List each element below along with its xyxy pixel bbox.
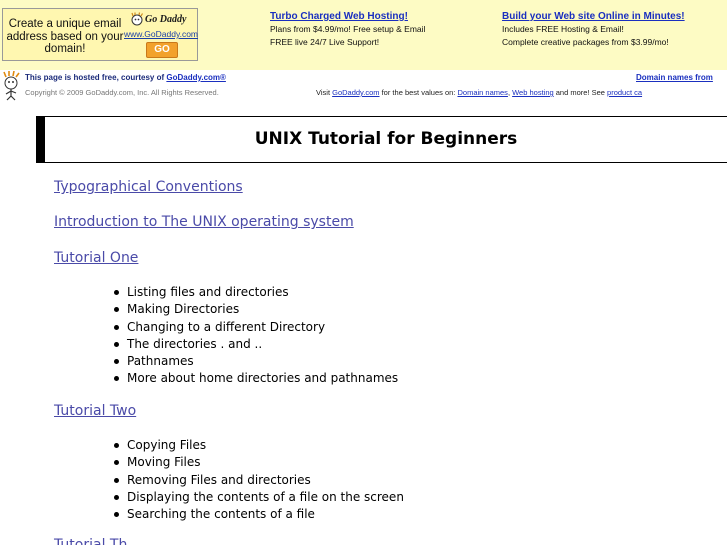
hosted-free-text: This page is hosted free, courtesy of Go…	[25, 73, 226, 82]
domain-names-link[interactable]: Domain names	[457, 88, 507, 97]
promo-web-hosting-line2: FREE live 24/7 Live Support!	[270, 37, 380, 47]
list-item: Moving Files	[110, 454, 404, 471]
list-item: Copying Files	[110, 437, 404, 454]
hosted-free-prefix: This page is hosted free, courtesy of	[25, 73, 167, 82]
domain-names-from-link[interactable]: Domain names from	[636, 73, 713, 82]
list-item: Changing to a different Directory	[110, 319, 398, 336]
go-button[interactable]: GO	[146, 42, 178, 58]
promo-website-builder-link[interactable]: Build your Web site Online in Minutes!	[502, 10, 685, 23]
godaddy-hosted-link[interactable]: GoDaddy.com®	[166, 73, 226, 82]
title-box: UNIX Tutorial for Beginners	[36, 116, 727, 163]
list-item: Searching the contents of a file	[110, 506, 404, 523]
page: Create a unique email address based on y…	[0, 0, 727, 545]
web-hosting-link[interactable]: Web hosting	[512, 88, 554, 97]
godaddy-guy-icon	[3, 71, 20, 101]
email-ad-text: Create a unique email address based on y…	[6, 18, 124, 55]
tutorial-two-list: Copying Files Moving Files Removing File…	[110, 437, 404, 523]
email-ad-box[interactable]: Create a unique email address based on y…	[2, 8, 198, 61]
promo-web-hosting-line1: Plans from $4.99/mo! Free setup & Email	[270, 24, 426, 34]
copyright-text: Copyright © 2009 GoDaddy.com, Inc. All R…	[25, 88, 219, 97]
tutorial-three-link[interactable]: Tutorial Th	[54, 537, 127, 545]
promo-website-builder: Build your Web site Online in Minutes! I…	[502, 10, 685, 49]
godaddy-logo[interactable]: Go Daddy www.GoDaddy.com GO	[124, 12, 198, 58]
promo-website-builder-line2: Complete creative packages from $3.99/mo…	[502, 37, 669, 47]
tutorial-one-link[interactable]: Tutorial One	[54, 250, 138, 266]
list-item: Making Directories	[110, 301, 398, 318]
product-catalog-link[interactable]: product ca	[607, 88, 642, 97]
page-title: UNIX Tutorial for Beginners	[254, 129, 518, 149]
godaddy-mascot-icon	[131, 12, 144, 26]
introduction-link[interactable]: Introduction to The UNIX operating syste…	[54, 214, 354, 230]
promo-website-builder-line1: Includes FREE Hosting & Email!	[502, 24, 624, 34]
promo-web-hosting-link[interactable]: Turbo Charged Web Hosting!	[270, 10, 425, 23]
visit-godaddy-text: Visit GoDaddy.com for the best values on…	[316, 88, 642, 97]
typographical-conventions-link[interactable]: Typographical Conventions	[54, 179, 243, 195]
list-item: Listing files and directories	[110, 284, 398, 301]
ad-banner: Create a unique email address based on y…	[0, 0, 727, 70]
list-item: Removing Files and directories	[110, 472, 404, 489]
list-item: Displaying the contents of a file on the…	[110, 489, 404, 506]
list-item: The directories . and ..	[110, 336, 398, 353]
visit-godaddy-link[interactable]: GoDaddy.com	[332, 88, 379, 97]
promo-web-hosting: Turbo Charged Web Hosting! Plans from $4…	[270, 10, 425, 49]
list-item: Pathnames	[110, 353, 398, 370]
tutorial-one-list: Listing files and directories Making Dir…	[110, 284, 398, 388]
visit-prefix: Visit	[316, 88, 333, 97]
visit-and-more: and more! See	[553, 88, 608, 97]
list-item: More about home directories and pathname…	[110, 370, 398, 387]
visit-mid: for the best values on:	[379, 88, 458, 97]
godaddy-wordmark: Go Daddy	[145, 14, 187, 25]
godaddy-url-link[interactable]: www.GoDaddy.com	[124, 29, 198, 39]
hosted-by-bar: This page is hosted free, courtesy of Go…	[0, 70, 727, 102]
tutorial-two-link[interactable]: Tutorial Two	[54, 403, 136, 419]
